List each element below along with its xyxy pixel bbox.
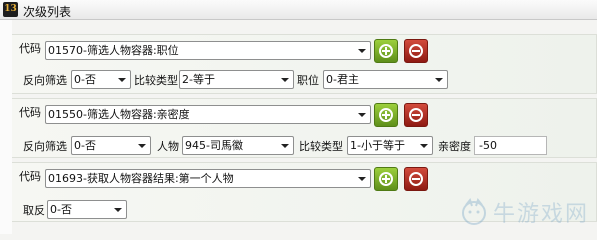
field-label: 反向筛选 <box>23 74 67 87</box>
field-label: 比较类型 <box>134 74 178 87</box>
watermark-logo-icon <box>461 197 486 225</box>
left-margin <box>0 20 12 234</box>
remove-button[interactable] <box>404 39 428 63</box>
select-value: 945-司馬徽 <box>185 139 243 152</box>
select-value: 2-等于 <box>182 73 215 86</box>
code-select-value: 01550-筛选人物容器:亲密度 <box>48 108 190 121</box>
title-bar: 13 次级列表 <box>0 0 597 20</box>
field-label: 人物 <box>157 140 179 153</box>
code-select[interactable]: 01570-筛选人物容器:职位 <box>45 41 371 60</box>
chevron-down-icon <box>114 208 122 212</box>
watermark-text: 牛游戏网 <box>492 202 589 227</box>
code-label: 代码 <box>19 106 41 119</box>
app-icon: 13 <box>3 2 18 17</box>
condition-row-2: 代码 01550-筛选人物容器:亲密度 反向筛选 0-否 人物 945-司馬徽 … <box>12 98 597 158</box>
input-value: -50 <box>479 139 497 152</box>
field-label: 取反 <box>23 204 45 217</box>
condition-row-1: 代码 01570-筛选人物容器:职位 反向筛选 0-否 比较类型 2-等于 职位… <box>12 34 597 94</box>
chevron-down-icon <box>281 78 289 82</box>
add-button[interactable] <box>374 103 398 127</box>
code-label: 代码 <box>19 42 41 55</box>
reverse-filter-select[interactable]: 0-否 <box>71 136 151 155</box>
chevron-down-icon <box>358 49 366 53</box>
code-select[interactable]: 01693-获取人物容器结果:第一个人物 <box>45 169 371 188</box>
code-label: 代码 <box>19 170 41 183</box>
window-title: 次级列表 <box>23 5 72 19</box>
select-value: 0-否 <box>74 139 96 152</box>
chevron-down-icon <box>358 113 366 117</box>
intimacy-input[interactable]: -50 <box>474 136 547 155</box>
field-label: 比较类型 <box>299 140 343 153</box>
remove-button[interactable] <box>404 103 428 127</box>
field-label: 职位 <box>297 74 319 87</box>
position-select[interactable]: 0-君主 <box>323 70 448 89</box>
watermark: 牛游戏网 <box>459 196 589 228</box>
chevron-down-icon <box>138 144 146 148</box>
code-select[interactable]: 01550-筛选人物容器:亲密度 <box>45 105 371 124</box>
code-select-value: 01570-筛选人物容器:职位 <box>48 44 179 57</box>
compare-type-select[interactable]: 1-小于等于 <box>347 136 433 155</box>
field-label: 反向筛选 <box>23 140 67 153</box>
select-value: 0-否 <box>50 203 72 216</box>
field-label: 亲密度 <box>438 140 471 153</box>
chevron-down-icon <box>435 78 443 82</box>
chevron-down-icon <box>358 177 366 181</box>
select-value: 0-君主 <box>326 73 359 86</box>
negate-select[interactable]: 0-否 <box>47 200 127 219</box>
code-select-value: 01693-获取人物容器结果:第一个人物 <box>48 172 234 185</box>
add-button[interactable] <box>374 39 398 63</box>
person-select[interactable]: 945-司馬徽 <box>182 136 294 155</box>
compare-type-select[interactable]: 2-等于 <box>179 70 294 89</box>
chevron-down-icon <box>118 78 126 82</box>
chevron-down-icon <box>281 144 289 148</box>
select-value: 1-小于等于 <box>350 139 405 152</box>
select-value: 0-否 <box>74 73 96 86</box>
chevron-down-icon <box>420 144 428 148</box>
reverse-filter-select[interactable]: 0-否 <box>71 70 131 89</box>
remove-button[interactable] <box>404 167 428 191</box>
add-button[interactable] <box>374 167 398 191</box>
